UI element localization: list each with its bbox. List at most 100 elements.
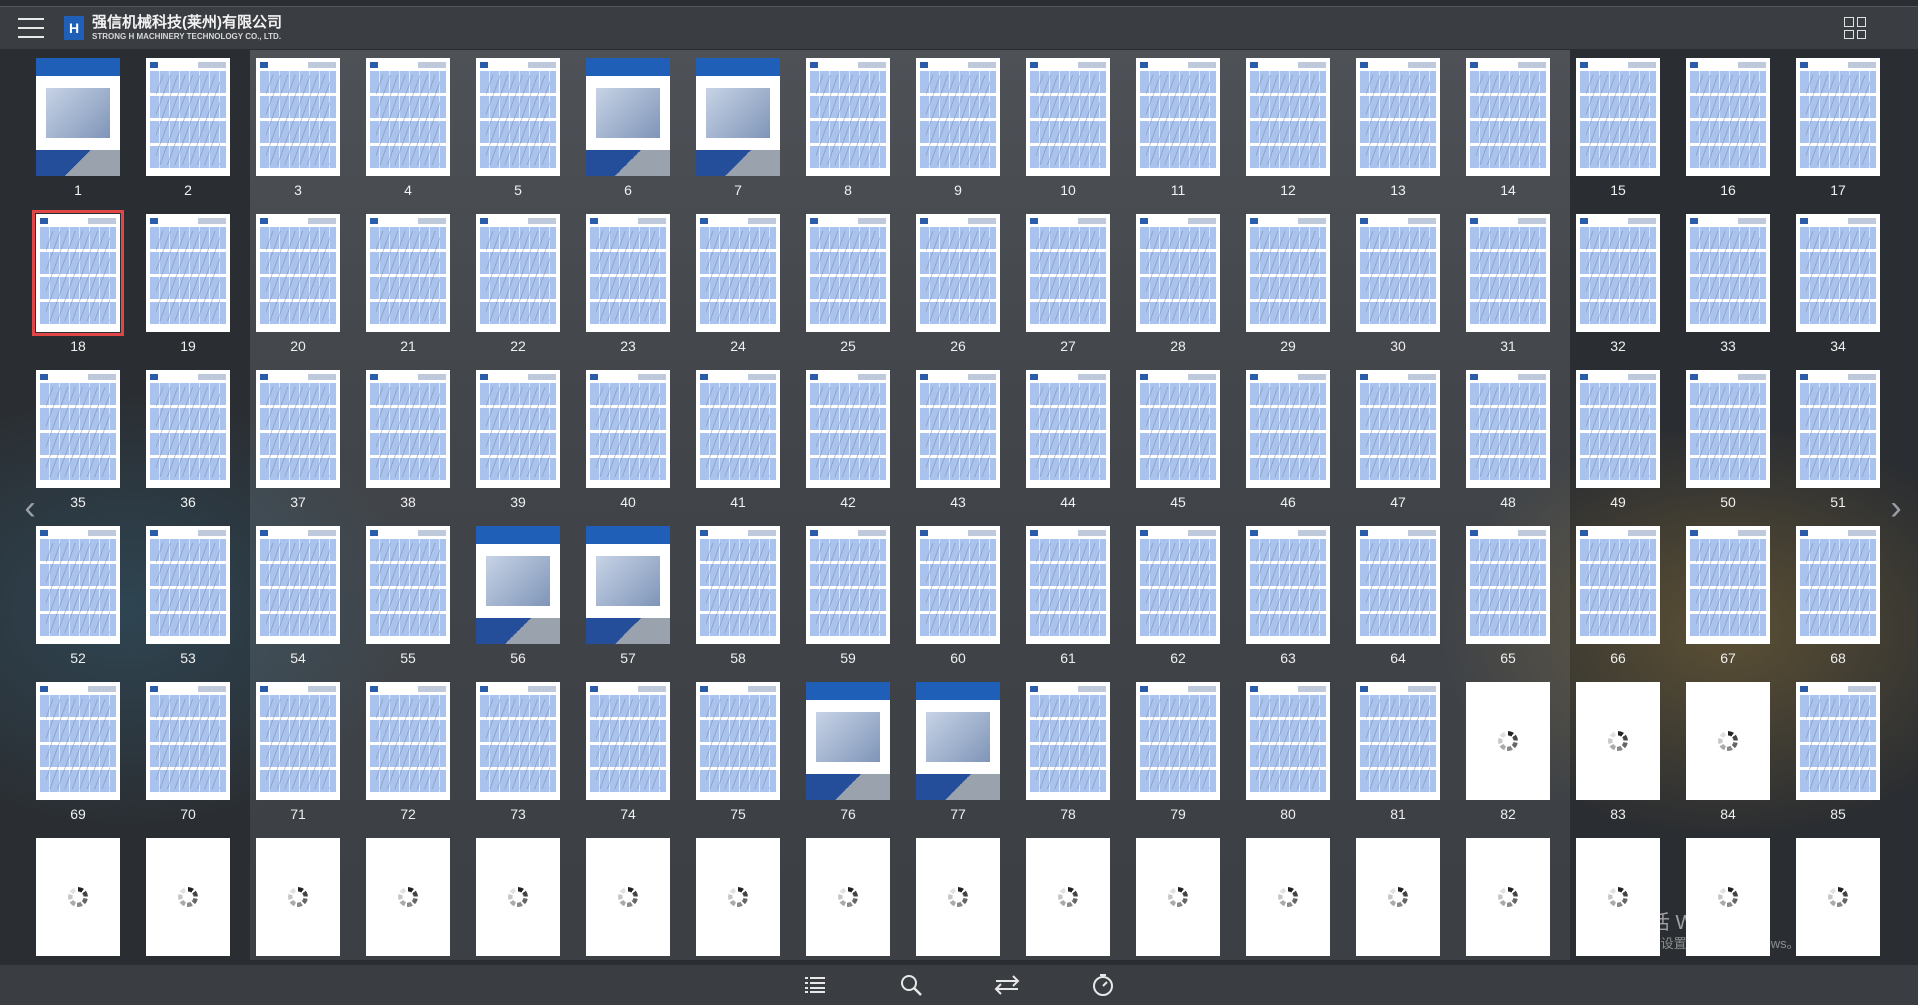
page-thumbnail-34[interactable] [1796, 214, 1880, 332]
page-thumbnail-4[interactable] [366, 58, 450, 176]
page-thumbnail-24[interactable] [696, 214, 780, 332]
page-thumbnail-loading[interactable] [586, 838, 670, 956]
page-thumbnail-51[interactable] [1796, 370, 1880, 488]
page-thumbnail-79[interactable] [1136, 682, 1220, 800]
page-thumbnail-66[interactable] [1576, 526, 1660, 644]
page-thumbnail-71[interactable] [256, 682, 340, 800]
page-thumbnail-73[interactable] [476, 682, 560, 800]
page-thumbnail-26[interactable] [916, 214, 1000, 332]
page-thumbnail-32[interactable] [1576, 214, 1660, 332]
page-thumbnail-50[interactable] [1686, 370, 1770, 488]
page-thumbnail-46[interactable] [1246, 370, 1330, 488]
page-thumbnail-56[interactable] [476, 526, 560, 644]
page-thumbnail-16[interactable] [1686, 58, 1770, 176]
page-thumbnail-loading[interactable] [1246, 838, 1330, 956]
page-thumbnail-55[interactable] [366, 526, 450, 644]
page-thumbnail-64[interactable] [1356, 526, 1440, 644]
page-thumbnail-72[interactable] [366, 682, 450, 800]
page-thumbnail-27[interactable] [1026, 214, 1110, 332]
page-thumbnail-loading[interactable] [366, 838, 450, 956]
page-thumbnail-loading[interactable] [36, 838, 120, 956]
page-thumbnail-77[interactable] [916, 682, 1000, 800]
page-thumbnail-75[interactable] [696, 682, 780, 800]
page-thumbnail-17[interactable] [1796, 58, 1880, 176]
page-thumbnail-loading[interactable] [916, 838, 1000, 956]
page-thumbnail-53[interactable] [146, 526, 230, 644]
page-thumbnail-63[interactable] [1246, 526, 1330, 644]
page-thumbnail-11[interactable] [1136, 58, 1220, 176]
page-thumbnail-62[interactable] [1136, 526, 1220, 644]
page-thumbnail-48[interactable] [1466, 370, 1550, 488]
page-thumbnail-loading[interactable] [1796, 838, 1880, 956]
page-thumbnail-61[interactable] [1026, 526, 1110, 644]
page-thumbnail-23[interactable] [586, 214, 670, 332]
page-thumbnail-49[interactable] [1576, 370, 1660, 488]
page-thumbnail-84[interactable] [1686, 682, 1770, 800]
page-thumbnail-76[interactable] [806, 682, 890, 800]
page-thumbnail-45[interactable] [1136, 370, 1220, 488]
page-thumbnail-83[interactable] [1576, 682, 1660, 800]
page-thumbnail-60[interactable] [916, 526, 1000, 644]
page-thumbnail-43[interactable] [916, 370, 1000, 488]
page-thumbnail-18[interactable] [32, 210, 124, 336]
page-thumbnail-20[interactable] [256, 214, 340, 332]
page-thumbnail-9[interactable] [916, 58, 1000, 176]
page-thumbnail-loading[interactable] [256, 838, 340, 956]
previous-page-arrow-icon[interactable]: ‹ [18, 488, 42, 528]
page-thumbnail-21[interactable] [366, 214, 450, 332]
page-thumbnail-65[interactable] [1466, 526, 1550, 644]
page-thumbnail-85[interactable] [1796, 682, 1880, 800]
page-thumbnail-40[interactable] [586, 370, 670, 488]
page-thumbnail-loading[interactable] [1466, 838, 1550, 956]
page-thumbnail-80[interactable] [1246, 682, 1330, 800]
flip-pages-icon[interactable] [985, 969, 1029, 1001]
page-thumbnail-loading[interactable] [696, 838, 780, 956]
page-thumbnail-68[interactable] [1796, 526, 1880, 644]
page-thumbnail-39[interactable] [476, 370, 560, 488]
page-thumbnail-59[interactable] [806, 526, 890, 644]
page-thumbnail-78[interactable] [1026, 682, 1110, 800]
page-thumbnail-44[interactable] [1026, 370, 1110, 488]
page-thumbnail-69[interactable] [36, 682, 120, 800]
page-thumbnail-38[interactable] [366, 370, 450, 488]
page-thumbnail-5[interactable] [476, 58, 560, 176]
search-icon[interactable] [889, 969, 933, 1001]
page-thumbnail-loading[interactable] [146, 838, 230, 956]
page-thumbnail-2[interactable] [146, 58, 230, 176]
page-thumbnail-70[interactable] [146, 682, 230, 800]
table-of-contents-icon[interactable] [793, 969, 837, 1001]
page-thumbnail-41[interactable] [696, 370, 780, 488]
page-thumbnail-28[interactable] [1136, 214, 1220, 332]
page-thumbnail-31[interactable] [1466, 214, 1550, 332]
page-thumbnail-8[interactable] [806, 58, 890, 176]
page-thumbnail-14[interactable] [1466, 58, 1550, 176]
page-thumbnail-13[interactable] [1356, 58, 1440, 176]
page-thumbnail-7[interactable] [696, 58, 780, 176]
page-thumbnail-10[interactable] [1026, 58, 1110, 176]
page-thumbnail-30[interactable] [1356, 214, 1440, 332]
page-thumbnail-loading[interactable] [1356, 838, 1440, 956]
page-thumbnail-12[interactable] [1246, 58, 1330, 176]
page-thumbnail-52[interactable] [36, 526, 120, 644]
page-thumbnail-22[interactable] [476, 214, 560, 332]
page-thumbnail-54[interactable] [256, 526, 340, 644]
page-thumbnail-35[interactable] [36, 370, 120, 488]
page-thumbnail-67[interactable] [1686, 526, 1770, 644]
page-thumbnail-82[interactable] [1466, 682, 1550, 800]
page-thumbnail-36[interactable] [146, 370, 230, 488]
page-thumbnail-47[interactable] [1356, 370, 1440, 488]
page-thumbnail-loading[interactable] [1136, 838, 1220, 956]
hamburger-menu-icon[interactable] [18, 18, 44, 38]
page-thumbnail-25[interactable] [806, 214, 890, 332]
page-thumbnail-74[interactable] [586, 682, 670, 800]
autoplay-timer-icon[interactable] [1081, 969, 1125, 1001]
page-thumbnail-3[interactable] [256, 58, 340, 176]
page-thumbnail-42[interactable] [806, 370, 890, 488]
page-thumbnail-loading[interactable] [806, 838, 890, 956]
page-thumbnail-57[interactable] [586, 526, 670, 644]
page-thumbnail-1[interactable] [36, 58, 120, 176]
page-thumbnail-15[interactable] [1576, 58, 1660, 176]
grid-view-icon[interactable] [1844, 17, 1866, 39]
next-page-arrow-icon[interactable]: › [1884, 488, 1908, 528]
page-thumbnail-6[interactable] [586, 58, 670, 176]
